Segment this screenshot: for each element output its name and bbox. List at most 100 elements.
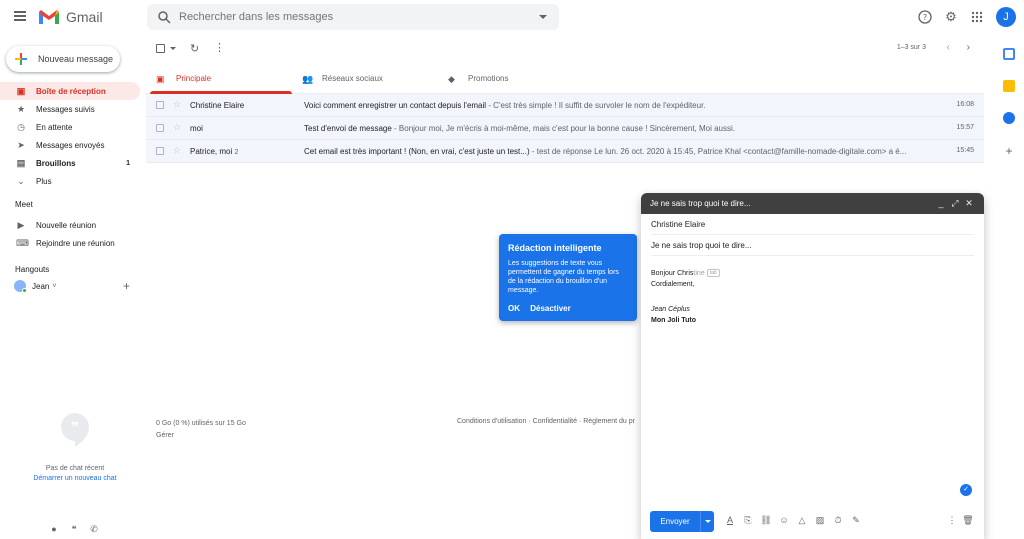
hangouts-user[interactable]: Jean ˅ + bbox=[0, 277, 140, 295]
email-checkbox[interactable] bbox=[156, 124, 164, 132]
search-bar[interactable] bbox=[147, 4, 559, 30]
phone-icon[interactable]: ✆ bbox=[84, 524, 104, 535]
compose-body[interactable]: Bonjour Christine tab Cordialement, Jean … bbox=[641, 256, 984, 338]
nav-label: En attente bbox=[36, 122, 73, 132]
image-icon[interactable]: ▨ bbox=[811, 515, 829, 526]
help-icon[interactable]: ? bbox=[914, 6, 936, 28]
compose-button[interactable]: Nouveau message bbox=[6, 46, 120, 72]
subject-text: Je ne sais trop quoi te dire... bbox=[651, 240, 752, 250]
subject-field[interactable]: Je ne sais trop quoi te dire... bbox=[651, 235, 974, 256]
hangouts-icon[interactable]: ❝ bbox=[64, 524, 84, 535]
search-input[interactable] bbox=[179, 11, 519, 23]
tab-social[interactable]: 👥 Réseaux sociaux bbox=[292, 64, 438, 93]
send-icon: ➤ bbox=[17, 140, 25, 150]
compose-footer-right: ⋮ 🗑 bbox=[944, 515, 976, 526]
pagination-range: 1–3 sur 3 bbox=[896, 44, 926, 51]
tooltip-ok-button[interactable]: OK bbox=[508, 304, 520, 313]
gmail-logo[interactable]: Gmail bbox=[38, 9, 103, 25]
drive-icon[interactable]: △ bbox=[793, 515, 811, 526]
tooltip-title: Rédaction intelligente bbox=[508, 243, 602, 253]
send-button[interactable]: Envoyer bbox=[650, 511, 714, 532]
no-chat-text: Pas de chat récent bbox=[45, 465, 105, 472]
email-checkbox[interactable] bbox=[156, 147, 164, 155]
meet-new-meeting[interactable]: ▶ Nouvelle réunion bbox=[0, 216, 140, 234]
account-avatar[interactable]: J bbox=[996, 7, 1016, 27]
email-sender: Patrice, moi 2 bbox=[190, 147, 239, 156]
tooltip-disable-button[interactable]: Désactiver bbox=[530, 304, 570, 313]
email-row[interactable]: ☆ Christine Elaire Voici comment enregis… bbox=[146, 94, 984, 117]
new-chat-plus-icon[interactable]: + bbox=[123, 279, 130, 293]
refresh-icon[interactable]: ↻ bbox=[190, 42, 199, 55]
formatting-icon[interactable]: A bbox=[721, 515, 739, 526]
schedule-send-caret-icon[interactable] bbox=[700, 511, 714, 532]
email-row[interactable]: ☆ Patrice, moi 2 Cet email est très impo… bbox=[146, 140, 984, 163]
discard-draft-icon[interactable]: 🗑 bbox=[960, 515, 976, 526]
nav-label: Messages suivis bbox=[36, 104, 95, 114]
search-options-icon[interactable] bbox=[539, 15, 547, 19]
email-time: 15:45 bbox=[956, 147, 974, 154]
tab-label: Principale bbox=[176, 74, 212, 83]
email-sender: moi bbox=[190, 124, 203, 133]
tab-promotions[interactable]: ◆ Promotions bbox=[438, 64, 584, 93]
keep-icon[interactable] bbox=[1003, 80, 1015, 92]
add-addon-icon[interactable]: + bbox=[994, 144, 1024, 158]
nav-item-more[interactable]: ⌄ Plus bbox=[0, 172, 140, 190]
minimize-icon[interactable]: _ bbox=[934, 198, 948, 208]
svg-text:❞: ❞ bbox=[71, 420, 79, 436]
prev-page-icon[interactable]: ‹ bbox=[947, 42, 950, 53]
emoji-icon[interactable]: ☺ bbox=[775, 515, 793, 526]
star-toggle-icon[interactable]: ☆ bbox=[173, 145, 181, 156]
email-subject: Cet email est très important ! (Non, en … bbox=[304, 147, 907, 156]
smart-compose-suggestion: tine bbox=[693, 270, 705, 277]
next-page-icon[interactable]: › bbox=[967, 42, 970, 53]
meet-item-label: Nouvelle réunion bbox=[36, 220, 97, 230]
confidential-icon[interactable]: ⏱ bbox=[829, 515, 847, 526]
nav-item-starred[interactable]: ★ Messages suivis bbox=[0, 100, 140, 118]
footer-links[interactable]: Conditions d'utilisation · Confidentiali… bbox=[457, 418, 635, 425]
nav-item-drafts[interactable]: ▤ Brouillons 1 bbox=[0, 154, 140, 172]
nav-label: Brouillons bbox=[36, 158, 76, 168]
grammar-check-icon[interactable]: ✓ bbox=[960, 484, 972, 496]
chevron-down-icon: ⌄ bbox=[17, 176, 25, 186]
email-subject: Test d'envoi de message - Bonjour moi, J… bbox=[304, 124, 735, 133]
search-icon[interactable] bbox=[157, 10, 171, 24]
email-row[interactable]: ☆ moi Test d'envoi de message - Bonjour … bbox=[146, 117, 984, 140]
tooltip-actions: OK Désactiver bbox=[508, 304, 579, 313]
link-icon[interactable]: ⛓ bbox=[757, 515, 775, 526]
star-toggle-icon[interactable]: ☆ bbox=[173, 99, 181, 110]
select-all-checkbox[interactable] bbox=[156, 44, 165, 53]
manage-storage-link[interactable]: Gérer bbox=[156, 430, 246, 442]
settings-icon[interactable]: ⚙ bbox=[940, 6, 962, 28]
to-field[interactable]: Christine Elaire bbox=[651, 214, 974, 235]
close-icon[interactable]: ✕ bbox=[962, 198, 976, 208]
compose-header[interactable]: Je ne sais trop quoi te dire... _ ⤢ ✕ bbox=[641, 193, 984, 214]
compose-window: Je ne sais trop quoi te dire... _ ⤢ ✕ Ch… bbox=[641, 193, 984, 539]
inbox-icon: ▣ bbox=[16, 86, 26, 96]
select-options-icon[interactable] bbox=[170, 47, 176, 50]
person-icon[interactable]: ● bbox=[44, 524, 64, 535]
apps-grid-icon[interactable] bbox=[966, 6, 988, 28]
tasks-icon[interactable] bbox=[1003, 112, 1015, 124]
calendar-icon[interactable] bbox=[1003, 48, 1015, 60]
hangouts-user-caret-icon[interactable]: ˅ bbox=[52, 283, 56, 290]
star-toggle-icon[interactable]: ☆ bbox=[173, 122, 181, 133]
nav-item-snoozed[interactable]: ◷ En attente bbox=[0, 118, 140, 136]
video-camera-icon: ▶ bbox=[17, 220, 25, 230]
attach-icon[interactable]: ⎘ bbox=[739, 515, 757, 526]
recipient-chip[interactable]: Christine Elaire bbox=[651, 220, 705, 229]
tooltip-body: Les suggestions de texte vous permettent… bbox=[508, 260, 619, 294]
main-menu-icon[interactable] bbox=[14, 11, 26, 21]
signature-icon[interactable]: ✎ bbox=[847, 515, 865, 526]
tab-primary[interactable]: ▣ Principale bbox=[146, 64, 292, 94]
nav-item-inbox[interactable]: ▣ Boîte de réception bbox=[0, 82, 140, 100]
meet-join-meeting[interactable]: ⌨ Rejoindre une réunion bbox=[0, 234, 140, 252]
start-chat-link[interactable]: Démarrer un nouveau chat bbox=[0, 475, 150, 482]
expand-icon[interactable]: ⤢ bbox=[948, 198, 962, 208]
nav-item-sent[interactable]: ➤ Messages envoyés bbox=[0, 136, 140, 154]
meet-section: Meet ▶ Nouvelle réunion ⌨ Rejoindre une … bbox=[0, 198, 140, 252]
more-options-icon[interactable]: ⋮ bbox=[944, 515, 960, 526]
compose-plus-icon bbox=[15, 53, 27, 65]
more-actions-icon[interactable]: ⋮ bbox=[214, 41, 225, 54]
meet-title: Meet bbox=[15, 200, 33, 209]
email-checkbox[interactable] bbox=[156, 101, 164, 109]
